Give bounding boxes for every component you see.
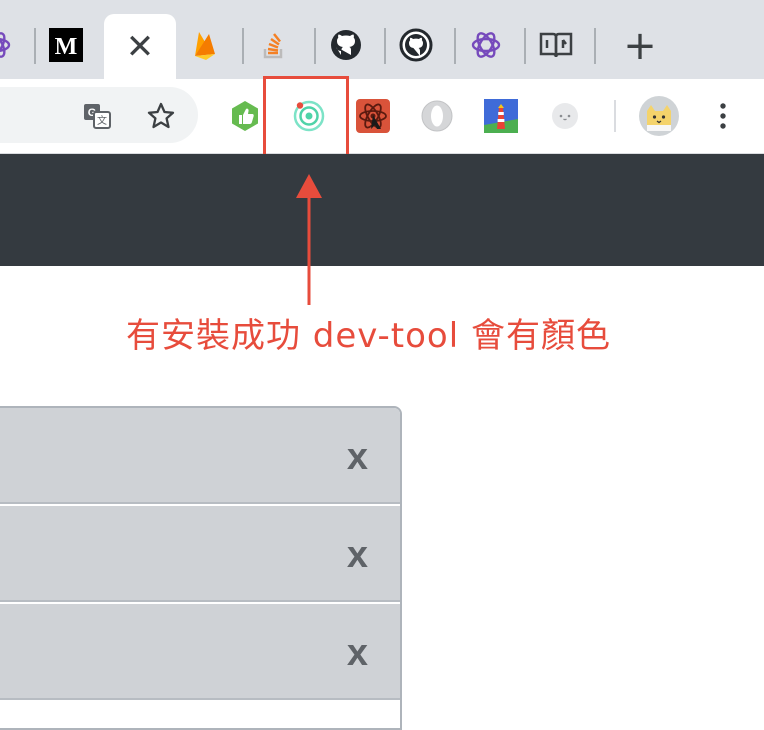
remove-button[interactable]: x (347, 634, 368, 672)
annotation-text: 有安裝成功 dev-tool 會有顏色 (126, 316, 611, 356)
list-item: x (0, 506, 400, 602)
list-item: x (0, 604, 400, 700)
remove-button[interactable]: x (347, 438, 368, 476)
todo-list: x x x (0, 406, 402, 730)
remove-button[interactable]: x (347, 536, 368, 574)
list-item: x (0, 408, 400, 504)
